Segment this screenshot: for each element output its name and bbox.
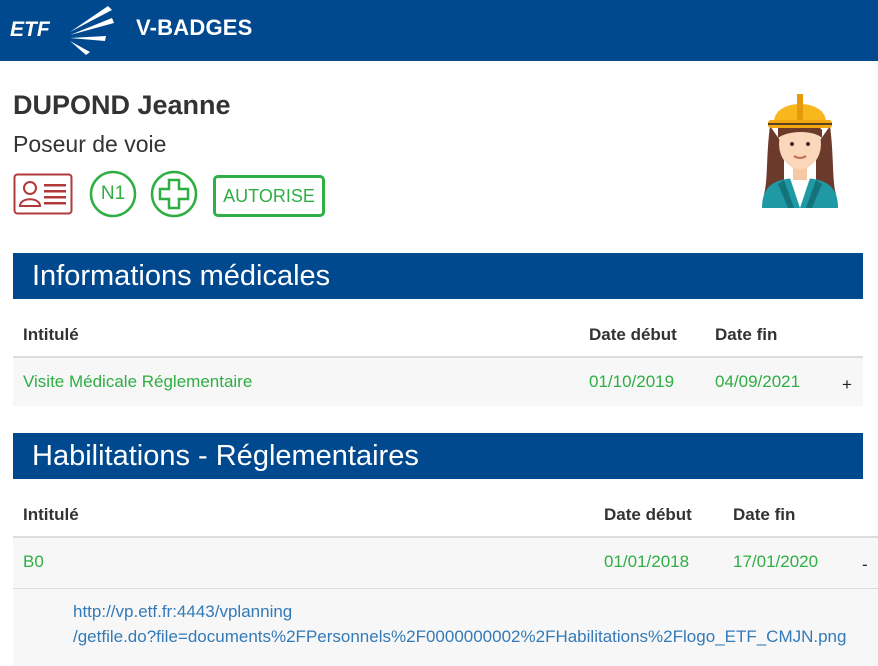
habilitations-row-start: 01/01/2018 xyxy=(604,552,690,571)
logo-text: ETF xyxy=(10,18,51,41)
medical-row-end: 04/09/2021 xyxy=(715,372,801,391)
expand-row-button[interactable]: + xyxy=(842,375,852,395)
top-bar: ETF V-BADGES xyxy=(0,0,878,61)
level-label: N1 xyxy=(100,183,126,204)
person-role: Poseur de voie xyxy=(13,131,167,157)
medical-row-label: Visite Médicale Réglementaire xyxy=(23,372,253,391)
document-link-line2[interactable]: /getfile.do?file=documents%2FPersonnels%… xyxy=(73,624,846,649)
medical-section-title: Informations médicales xyxy=(13,253,863,299)
habilitations-col-start: Date début xyxy=(604,505,692,524)
medical-row-start: 01/10/2019 xyxy=(589,372,675,391)
habilitations-row-label: B0 xyxy=(23,552,44,571)
etf-logo[interactable]: ETF xyxy=(8,4,118,56)
person-name: DUPOND Jeanne xyxy=(13,90,231,120)
id-card-icon[interactable] xyxy=(13,173,73,215)
habilitations-col-end: Date fin xyxy=(733,505,796,524)
medical-cross-icon[interactable] xyxy=(150,170,198,218)
status-badge[interactable]: AUTORISE xyxy=(213,175,325,217)
construction-worker-avatar-icon xyxy=(762,94,838,208)
document-link-line1[interactable]: http://vp.etf.fr:4443/vplanning xyxy=(73,599,292,624)
app-title: V-BADGES xyxy=(136,15,253,40)
medical-col-start: Date début xyxy=(589,325,677,344)
habilitations-row-end: 17/01/2020 xyxy=(733,552,819,571)
collapse-row-button[interactable]: - xyxy=(862,555,868,575)
habilitations-section-title: Habilitations - Réglementaires xyxy=(13,433,863,479)
medical-col-end: Date fin xyxy=(715,325,778,344)
medical-col-label: Intitulé xyxy=(23,325,79,344)
level-badge[interactable]: N1 xyxy=(89,170,137,218)
habilitations-col-label: Intitulé xyxy=(23,505,79,524)
